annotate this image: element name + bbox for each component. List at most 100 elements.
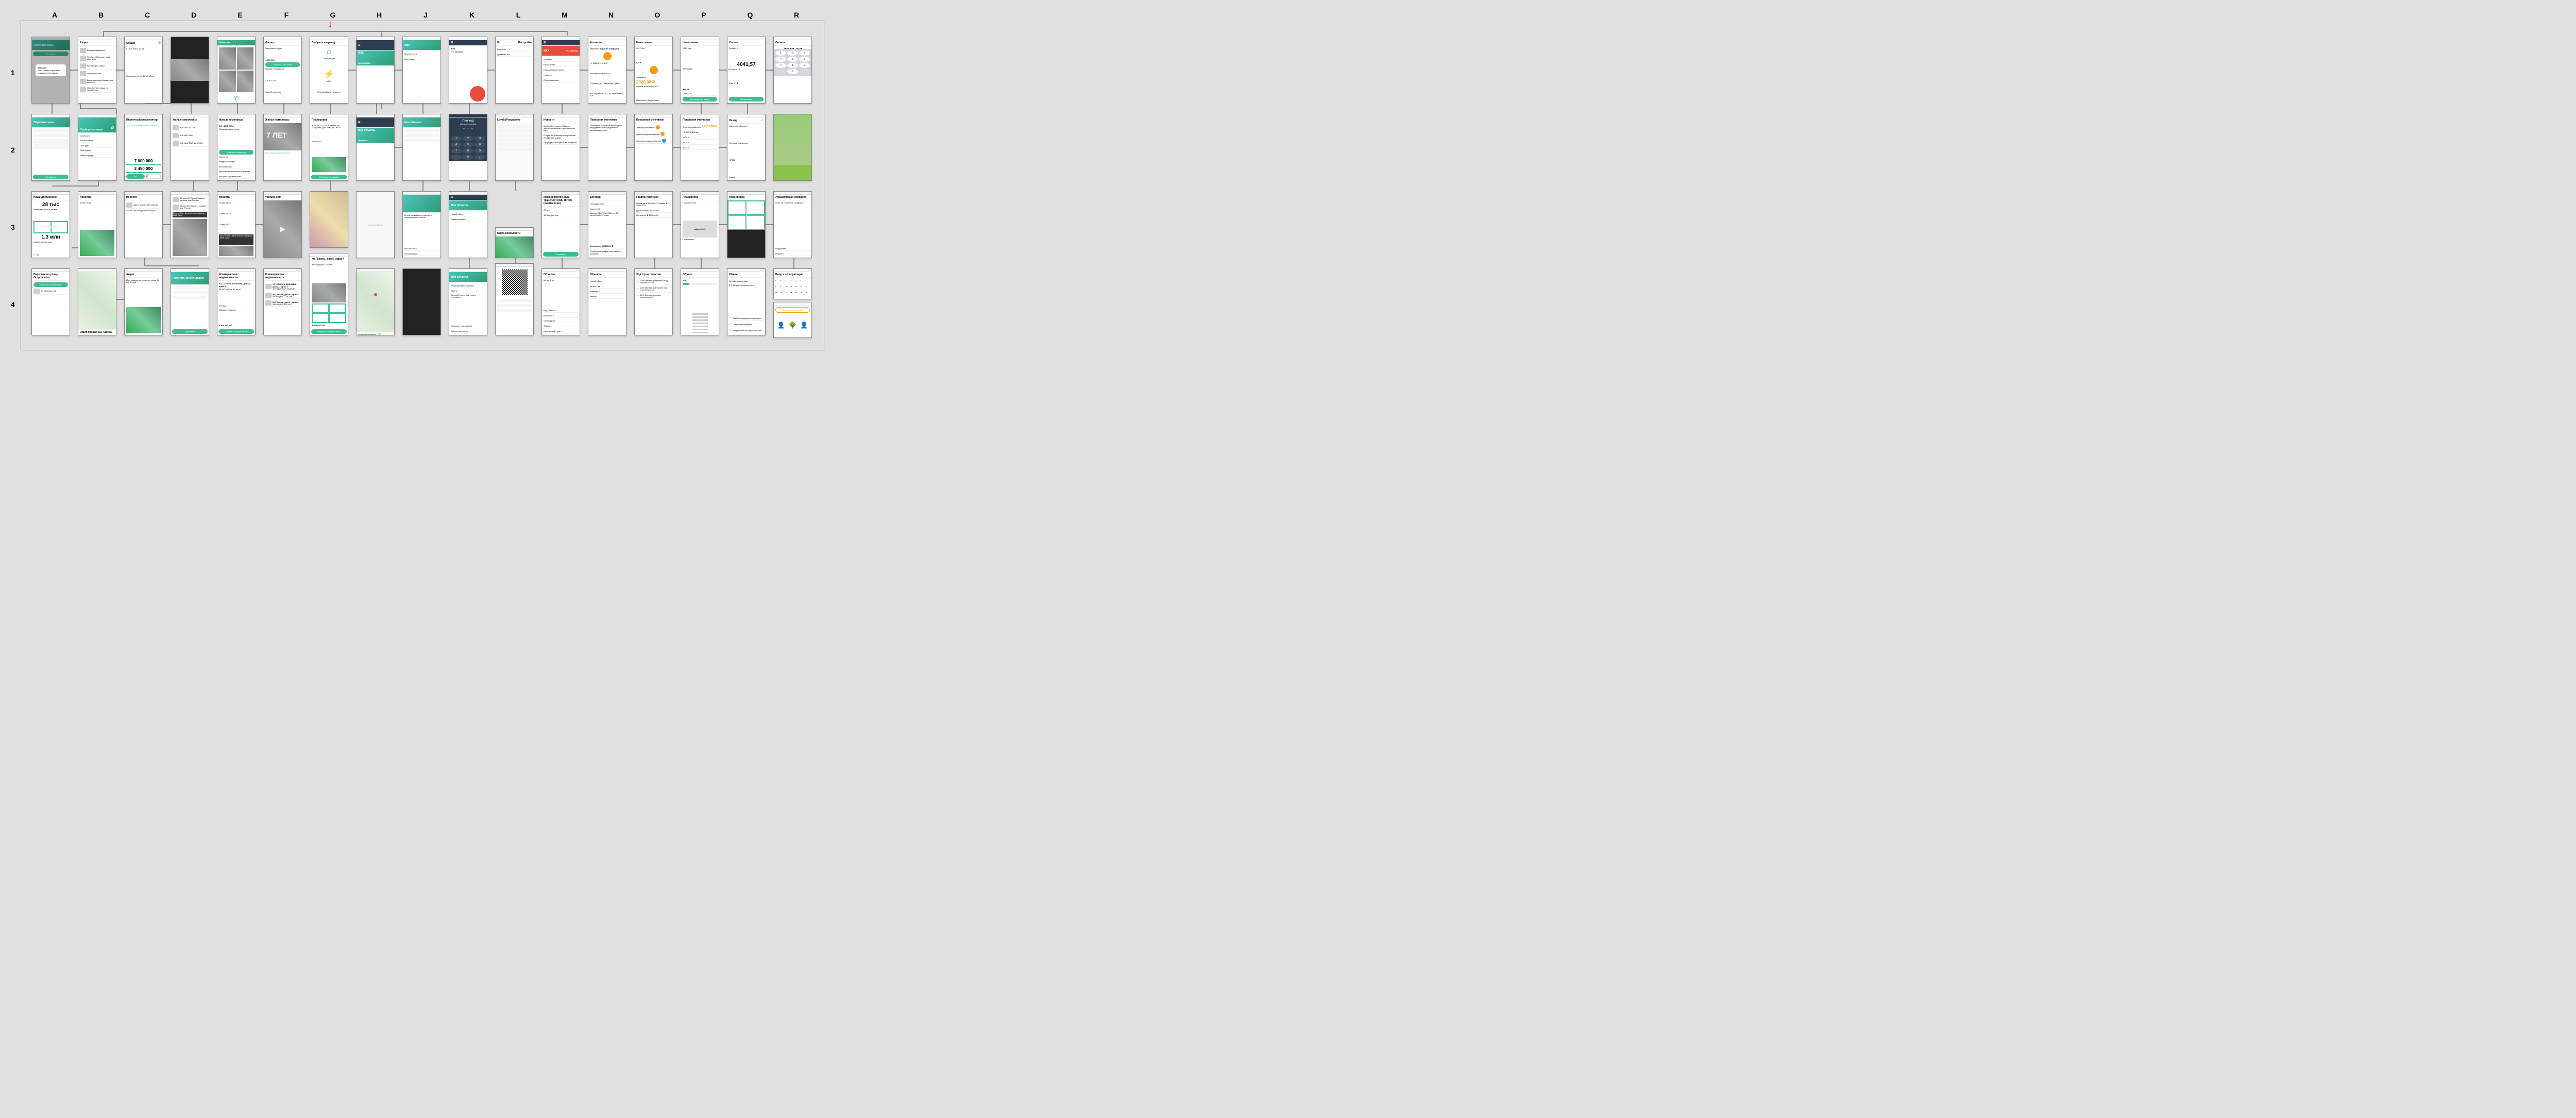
- screen-D2-complexes[interactable]: Жилые комплексы ЖК «АRT CITY» ЖК «ВЕСНА»…: [171, 114, 209, 181]
- office-item[interactable]: Офис продаж ЖК 'Сфера': [126, 202, 161, 209]
- screen-D4-consult-form[interactable]: Получить консультацию Отправить: [171, 268, 209, 335]
- promo-item[interactable]: Трейд-ин:Покупка новой квартиры: [80, 55, 114, 62]
- menu-icon[interactable]: ☰: [358, 44, 360, 47]
- pin-keypad[interactable]: 1234567890←: [449, 134, 487, 161]
- screen-E1-news-gallery[interactable]: Новость ✆: [217, 37, 256, 104]
- search-button[interactable]: Подобрать квартиру: [219, 150, 253, 155]
- screen-E3-news-timeline[interactable]: Новость 10 дек 18:43 10 дек 19:10 10 дек…: [217, 191, 256, 258]
- filter-deadline[interactable]: Срок сдачи: [80, 149, 114, 153]
- screen-G1-entry[interactable]: Выбрать квартиру ⌂ Застройщик ⚡ ЖКХ Личн…: [310, 37, 348, 104]
- screen-B1-promo-list[interactable]: Акции Акция на квартиры Трейд-ин:Покупка…: [78, 37, 116, 104]
- screen-K3-objects-menu[interactable]: ☰ Мои объекты Новый объект Редактировать: [449, 191, 487, 258]
- screen-F4-commercial-list[interactable]: Коммерческая недвижимость УЛ. САЛИХА БАТ…: [263, 268, 302, 335]
- screen-G2-plan[interactable]: Планировки ЖК «АRT CITY», г. Казань, ул.…: [310, 114, 348, 181]
- screen-L2-loyalty-doc[interactable]: LoyaltyProgramme: [495, 114, 534, 181]
- send-button[interactable]: Отправить: [33, 175, 69, 179]
- screen-J1-drawer[interactable]: ЖКХ Мои объекты Настройки: [402, 37, 441, 104]
- screen-J2-objects-drawer[interactable]: Мои объекты: [402, 114, 441, 181]
- screen-L4-qr[interactable]: [495, 263, 534, 335]
- screen-M3-transport[interactable]: Межведомственный транспорт (ЖД, ЯРТО) (е…: [541, 191, 580, 258]
- screen-A1-feedback-success[interactable]: Обратная связь Успешно Ваш запрос обраще…: [31, 37, 70, 104]
- screen-R1-payment-keypad[interactable]: Оплата 4041,57 Продолжить 123 456 789 .0…: [773, 37, 812, 104]
- screen-K1-zhkh-badge[interactable]: ☰ ЖКХ Л/С N000082: [449, 37, 487, 104]
- promo-item[interactable]: Ваша квартира ближе, чем кажется: [80, 78, 114, 85]
- screen-P3-floorplan[interactable]: Планировка План объекта офис 42.41 План …: [681, 191, 719, 258]
- menu-icon[interactable]: ☰: [451, 196, 453, 199]
- screen-K2-pin[interactable]: Пин-код Введите пин-код ○ ○ ○ ○ 12345678…: [449, 114, 487, 181]
- map-view[interactable]: [78, 272, 116, 329]
- screen-D1-photo-fullscreen[interactable]: [171, 37, 209, 104]
- menu-icon[interactable]: ☰: [358, 121, 360, 124]
- screen-C4-promo-detail[interactable]: Акция Приглашаем на открытие дома 14 ЖК …: [124, 268, 163, 335]
- menu-icon[interactable]: ☰: [497, 41, 499, 44]
- complex-item[interactable]: ЖК «АRT CITY»: [173, 125, 207, 131]
- screen-M2-news[interactable]: Новости Выбирайте паркинг! Вас не заинте…: [541, 114, 580, 181]
- promo-item[interactable]: Акция на квартиры: [80, 47, 114, 54]
- screen-M1-zhkh-menu[interactable]: ☰ ЖКХЛ/С N000082 Контакты Начисления Пок…: [541, 37, 580, 104]
- screen-H2-my-objects[interactable]: ☰ Мои объекты Профиль: [356, 114, 395, 181]
- screen-F3-video[interactable]: youtube.com ▶: [263, 191, 302, 258]
- screen-Q3-plan-view[interactable]: Планировка: [727, 191, 766, 258]
- menu-icon[interactable]: ☰: [544, 41, 546, 44]
- screen-N1-contacts[interactable]: Контакты ООО УК Творение комфорта +7 (84…: [588, 37, 626, 104]
- screen-E4-commercial-detail[interactable]: Коммерческая недвижимость УЛ. САЛИХА БАТ…: [217, 268, 256, 335]
- screen-B2-search-filter[interactable]: Подбор квартиры⌕ Стоимость Кол-во комнат…: [78, 114, 116, 181]
- video-player[interactable]: ▶: [264, 200, 301, 258]
- screen-D3-events[interactable]: 10 дек ЖК 'Серый Камень' - лучший дом Ро…: [171, 191, 209, 258]
- complex-item[interactable]: ЖК «ЦАРЁВО VILLAGE»: [173, 140, 207, 147]
- screen-H1-zhkh-home[interactable]: ☰ ЖКХ Л/С N000082: [356, 37, 395, 104]
- screen-N3-contract[interactable]: Договор Площадь 62,87 Комнат 0,0 Договор…: [588, 191, 626, 258]
- screen-Q4-stream[interactable]: Объект Онлайн-трансляция 5% Запуск строи…: [727, 268, 766, 335]
- screen-P1-charges-detail[interactable]: Начисления 2017 год 0 P000082 319,24 Пен…: [681, 37, 719, 104]
- screen-N2-meters-info[interactable]: Показания счётчиков Показания счётчиков …: [588, 114, 626, 181]
- screen-G3-interior[interactable]: [310, 191, 348, 248]
- filter-price[interactable]: Стоимость: [80, 134, 114, 138]
- phone-icon[interactable]: ✆: [233, 95, 239, 102]
- complex-item[interactable]: ЖК «ВЕСНА»: [173, 132, 207, 139]
- screen-J4-dark[interactable]: [402, 268, 441, 335]
- screen-F1-studio-filter[interactable]: Фильтр Квартиры-студии 4 700 000 Сбросит…: [263, 37, 302, 104]
- screen-R4b-completion[interactable]: Ввод в эксплуатацию 👤🌳👤: [773, 302, 812, 338]
- promo-item[interactable]: Выгода для семьи: [80, 63, 114, 70]
- book-button[interactable]: Записаться на встречу: [33, 282, 68, 287]
- search-icon[interactable]: ⌕: [111, 124, 114, 131]
- screen-P4-building-progress[interactable]: Объект 20%: [681, 268, 719, 335]
- screen-K4-profile[interactable]: Мои объекты Редактировать профиль Выйти …: [449, 268, 487, 335]
- promo-item[interactable]: Увеличение скидки на парад в мае: [80, 86, 114, 93]
- screen-C1-news-detail[interactable]: Общая✆ 8 ОКТ. 2016, 10:33 В период с 12 …: [124, 37, 163, 104]
- screen-Q1-payment[interactable]: Оплата Сумма: 9 4041,57 К оплате: ₽ 4041…: [727, 37, 766, 104]
- screen-G4-office-detail[interactable]: ЖК 'Весна', дом 6, офис 4 54 600 руб/м 1…: [310, 253, 348, 335]
- message-field[interactable]: [33, 139, 68, 149]
- screen-O3-schedule[interactable]: График платежей Плата дата 30/08/2017 Су…: [634, 191, 673, 258]
- email-field[interactable]: [33, 134, 68, 137]
- screen-O4-progress[interactable]: Ход строительства ✓20% базовые документы…: [634, 268, 673, 335]
- menu-icon[interactable]: ☰: [451, 41, 453, 44]
- screen-P2-meter-history[interactable]: Показания счётчиков Электроснабжение100,…: [681, 114, 719, 181]
- filter-area[interactable]: Площадь: [80, 144, 114, 148]
- screen-N4-objects-list[interactable]: Объекты Новый объект Метик 1 кв Комнаты …: [588, 268, 626, 335]
- screen-R2-building-web[interactable]: [773, 114, 812, 181]
- screen-A2-feedback-form[interactable]: Обратная связь Отправить: [31, 114, 70, 181]
- num-keypad[interactable]: 123 456 789 .0←: [774, 49, 811, 76]
- name-field[interactable]: [33, 129, 68, 132]
- screen-A4-parking[interactable]: Парковки по улице Островского Записаться…: [31, 268, 70, 335]
- screen-C3-news-list[interactable]: Новости Офис продаж ЖК 'Сфера' Казань, у…: [124, 191, 163, 258]
- success-modal[interactable]: Успешно Ваш запрос обращение передано ме…: [36, 64, 65, 76]
- screen-C2-mortgage-calc[interactable]: Ипотечный калькулятор 193 326 ₽ Ежемесяч…: [124, 114, 163, 181]
- send-button[interactable]: Отправить: [172, 329, 208, 334]
- screen-A3-achievements[interactable]: Наши достижения 28 тыс построено жилых д…: [31, 191, 70, 258]
- screen-O1-charges[interactable]: Начисления 2017 год 0,0 ₽ 2039.56 ₽ 2020…: [634, 37, 673, 104]
- screen-L1-settings[interactable]: ☰Настройки Контакты Добавить л/с: [495, 37, 534, 104]
- screen-Q2-meter-entry[interactable]: Назад✓ Электроснабжение Текущие показани…: [727, 114, 766, 181]
- screen-J3-login-prompt[interactable]: В личном кабинете доступна информация о …: [402, 191, 441, 258]
- screen-H3-blank[interactable]: личный кабинет: [356, 191, 395, 258]
- promo-item[interactable]: Ипотека от 6%: [80, 71, 114, 77]
- screen-O2-meters[interactable]: Показания счётчиков Электроснабжение Гор…: [634, 114, 673, 181]
- screen-B4-map[interactable]: Офис продаж БЦ 'Сфера': [78, 268, 116, 335]
- filter-district[interactable]: Район города: [80, 154, 114, 158]
- filter-rooms[interactable]: Кол-во комнат: [80, 139, 114, 143]
- screen-M4-object-form[interactable]: Объекты Метик 1 кв Вид объекта Комнаты 3…: [541, 268, 580, 335]
- consult-button[interactable]: Получить консультацию: [218, 329, 254, 334]
- screen-R3-company[interactable]: Управляющая компания ООО УК 'Творение ко…: [773, 191, 812, 258]
- screen-H4-map-pin[interactable]: ● улица Островского, 107 Открыть в карта…: [356, 268, 395, 335]
